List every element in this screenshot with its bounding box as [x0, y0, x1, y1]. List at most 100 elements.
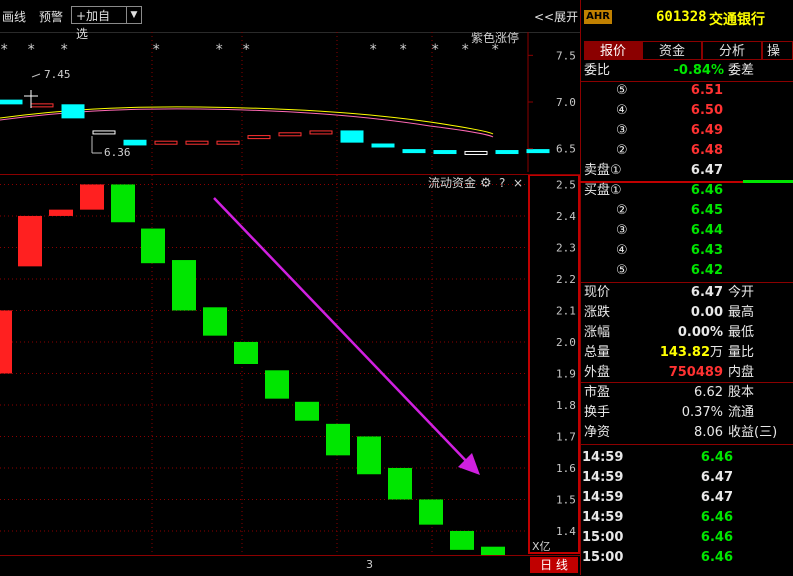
ask-row[interactable]: ② 6.48: [580, 141, 793, 161]
bid-level-label: ⑤: [616, 263, 628, 278]
stat-value: 0.00: [690, 305, 723, 320]
stat-label: 总量: [584, 345, 611, 360]
star-marker: *: [461, 42, 469, 58]
bid-price: 6.44: [690, 223, 723, 238]
ahr-badge[interactable]: AHR: [584, 10, 612, 24]
bid-price: 6.46: [690, 183, 723, 198]
flow-bar: [295, 401, 319, 421]
y-tick-label: 1.7: [556, 430, 576, 443]
tick-time: 14:59: [582, 470, 624, 485]
candle: [278, 132, 302, 137]
candle: [154, 140, 178, 145]
bid-row[interactable]: ④ 6.43: [580, 241, 793, 261]
flow-bar: [419, 499, 443, 525]
stat-value: 143.82: [659, 345, 710, 360]
upper-y-axis: 7.5 7.0 6.5: [528, 49, 576, 156]
tick-time: 14:59: [582, 490, 624, 505]
stat-label: 涨跌: [584, 305, 611, 320]
tick-time: 15:00: [582, 530, 624, 545]
ask-price: 6.47: [690, 163, 723, 178]
stat-row: 涨幅 0.00% 最低: [580, 323, 793, 343]
indicator-title: 流动资金: [428, 175, 476, 190]
tab-analysis[interactable]: 分析: [702, 41, 762, 60]
y-tick-label: 2.5: [556, 178, 576, 191]
bid-level-label: 买盘①: [584, 183, 622, 198]
stat2-value: 0.37%: [681, 405, 723, 420]
bid-row[interactable]: ⑤ 6.42: [580, 261, 793, 281]
tick-time: 15:00: [582, 550, 624, 565]
stat-label2: 今开: [728, 285, 755, 300]
flow-bar: [141, 228, 165, 264]
stat2-row: 市盈 6.62 股本: [580, 383, 793, 403]
tick-price: 6.46: [700, 450, 733, 465]
tick-price: 6.47: [700, 470, 733, 485]
star-marker: *: [60, 42, 68, 58]
bid-row[interactable]: ③ 6.44: [580, 221, 793, 241]
candle: [309, 130, 333, 135]
weibi-label: 委比: [584, 63, 611, 78]
candle: [371, 143, 395, 148]
flow-bar: [0, 310, 12, 374]
page-number: 3: [366, 558, 373, 571]
bid-level-label: ④: [616, 243, 628, 258]
expand-button[interactable]: <<展开: [534, 8, 578, 25]
ask-level-label: ②: [616, 143, 628, 158]
capital-flow-chart: 2.5 2.4 2.3 2.2 2.1 2.0 1.9 1.8 1.7 1.6 1.5 1.4 流动资…: [0, 175, 580, 555]
flow-bar: [80, 184, 104, 210]
candle: [464, 150, 488, 155]
star-marker: *: [369, 42, 377, 58]
ask-row[interactable]: 卖盘① 6.47: [580, 161, 793, 181]
close-icon[interactable]: ×: [513, 176, 523, 190]
period-button[interactable]: 日 线: [530, 557, 578, 573]
tick-price: 6.46: [700, 510, 733, 525]
candle: [61, 104, 85, 119]
candle: [340, 130, 364, 143]
y-tick-label: 1.9: [556, 367, 576, 380]
tab-capital[interactable]: 资金: [642, 41, 702, 60]
draw-line-button[interactable]: 画线: [2, 8, 26, 25]
gear-icon[interactable]: ⚙: [480, 176, 492, 191]
y-tick-label: 1.8: [556, 399, 576, 412]
y-tick-label: 7.5: [556, 49, 576, 62]
high-pointer: [31, 73, 41, 78]
stat2-row: 换手 0.37% 流通: [580, 403, 793, 423]
stat-label: 现价: [584, 285, 611, 300]
weibi-value: -0.84%: [673, 63, 725, 78]
y-tick-label: 1.5: [556, 493, 576, 506]
add-watchlist-button[interactable]: +加自选: [71, 6, 127, 41]
weicha-label: 委差: [728, 63, 755, 78]
stat-label2: 最高: [728, 305, 755, 320]
high-label: 7.45: [44, 68, 71, 81]
alert-button[interactable]: 预警: [39, 8, 63, 25]
stat-row: 外盘 750489 内盘: [580, 363, 793, 383]
ask-row[interactable]: ⑤ 6.51: [580, 81, 793, 101]
tick-price: 6.46: [700, 530, 733, 545]
tab-quote[interactable]: 报价: [584, 41, 642, 60]
ask-row[interactable]: ④ 6.50: [580, 101, 793, 121]
candle: [123, 139, 147, 146]
star-marker: *: [27, 42, 35, 58]
y-tick-label: 1.6: [556, 462, 576, 475]
tick-row: 14:59 6.47: [580, 488, 793, 508]
add-watchlist-dropdown[interactable]: ▼: [126, 6, 142, 24]
tick-row: 14:59 6.46: [580, 508, 793, 528]
bid-row[interactable]: 买盘① 6.46: [580, 181, 793, 201]
bid-row[interactable]: ② 6.45: [580, 201, 793, 221]
candle: [495, 150, 519, 155]
y-tick-label: 2.1: [556, 304, 576, 317]
y-tick-label: 6.5: [556, 143, 576, 156]
tick-row: 15:00 6.46: [580, 548, 793, 568]
stat-label2: 内盘: [728, 365, 755, 380]
lower-horizontal-grid: [0, 183, 528, 532]
y-tick-label: 1.4: [556, 525, 576, 538]
ask-row[interactable]: ③ 6.49: [580, 121, 793, 141]
candle: [216, 140, 240, 145]
candle: [0, 99, 23, 105]
candles-group: [0, 99, 550, 155]
stat2-label2: 收益(三): [728, 425, 778, 440]
help-button[interactable]: ?: [499, 176, 505, 190]
tab-more[interactable]: 操: [762, 41, 793, 60]
price-chart: * * * * * * * * * * * 7.45 6.36 紫色涨停 7.57.06.5: [0, 32, 576, 172]
candle: [526, 149, 550, 154]
tick-time: 14:59: [582, 510, 624, 525]
